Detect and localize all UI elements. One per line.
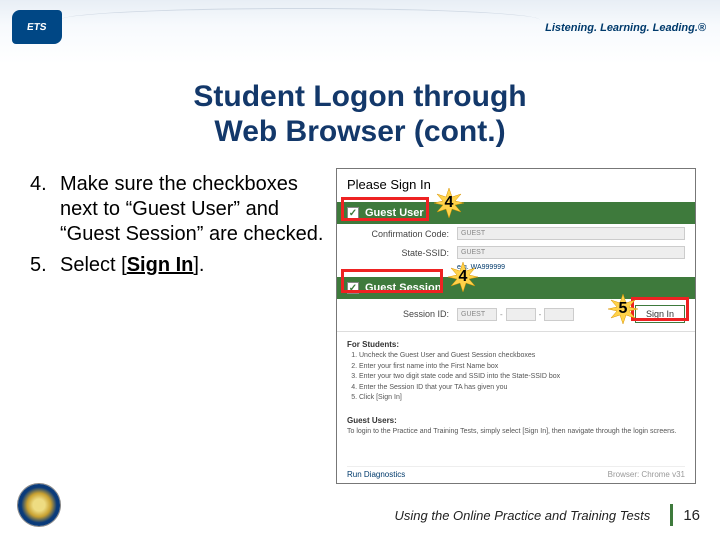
title-line-2: Web Browser (cont.) <box>0 115 720 150</box>
instruction-steps: 4. Make sure the checkboxes next to “Gue… <box>30 172 330 284</box>
session-seg-1[interactable]: GUEST <box>457 308 497 321</box>
callout-box-guest-session <box>341 269 443 293</box>
ets-logo-text: ETS <box>26 22 47 33</box>
page-number: 16 <box>683 507 700 524</box>
seal-icon <box>18 484 60 526</box>
session-id-label: Session ID: <box>347 309 457 319</box>
session-seg-3[interactable] <box>544 308 574 321</box>
callout-star-5: 5 <box>608 294 638 324</box>
guest-users-heading: Guest Users: <box>337 408 695 427</box>
footer-separator <box>670 504 673 526</box>
ets-logo: ETS <box>12 10 62 44</box>
run-diagnostics-link[interactable]: Run Diagnostics <box>347 470 405 479</box>
login-screenshot: Please Sign In ✓ Guest User Confirmation… <box>336 168 696 484</box>
callout-box-sign-in <box>631 297 689 321</box>
step-5-text: Select [Sign In]. <box>60 254 205 276</box>
step-4: 4. Make sure the checkboxes next to “Gue… <box>30 172 330 247</box>
confirmation-code-input[interactable]: GUEST <box>457 227 685 240</box>
confirmation-code-label: Confirmation Code: <box>347 229 457 239</box>
header-curve <box>60 8 540 48</box>
step-4-text: Make sure the checkboxes next to “Guest … <box>60 173 323 245</box>
title-line-1: Student Logon through <box>0 80 720 115</box>
confirmation-code-row: Confirmation Code: GUEST <box>337 224 695 243</box>
slide-title: Student Logon through Web Browser (cont.… <box>0 80 720 149</box>
diagnostics-row: Run Diagnostics Browser: Chrome v31 <box>347 466 685 479</box>
ssid-label: State-SSID: <box>347 248 457 258</box>
callout-box-guest-user <box>341 197 429 221</box>
for-students-list: Uncheck the Guest User and Guest Session… <box>337 351 695 408</box>
callout-star-4b: 4 <box>448 262 478 292</box>
step-5-number: 5. <box>30 253 47 278</box>
for-students-heading: For Students: <box>337 332 695 351</box>
browser-info: Browser: Chrome v31 <box>608 470 685 479</box>
step-5: 5. Select [Sign In]. <box>30 253 330 278</box>
ssid-input[interactable]: GUEST <box>457 246 685 259</box>
step-4-number: 4. <box>30 172 47 197</box>
session-seg-2[interactable] <box>506 308 536 321</box>
tagline: Listening. Learning. Leading.® <box>545 22 706 34</box>
ssid-row: State-SSID: GUEST <box>337 243 695 262</box>
footer-text: Using the Online Practice and Training T… <box>395 508 661 523</box>
footer: Using the Online Practice and Training T… <box>395 504 701 526</box>
guest-users-text: To login to the Practice and Training Te… <box>337 427 695 442</box>
callout-star-4a: 4 <box>434 188 464 218</box>
